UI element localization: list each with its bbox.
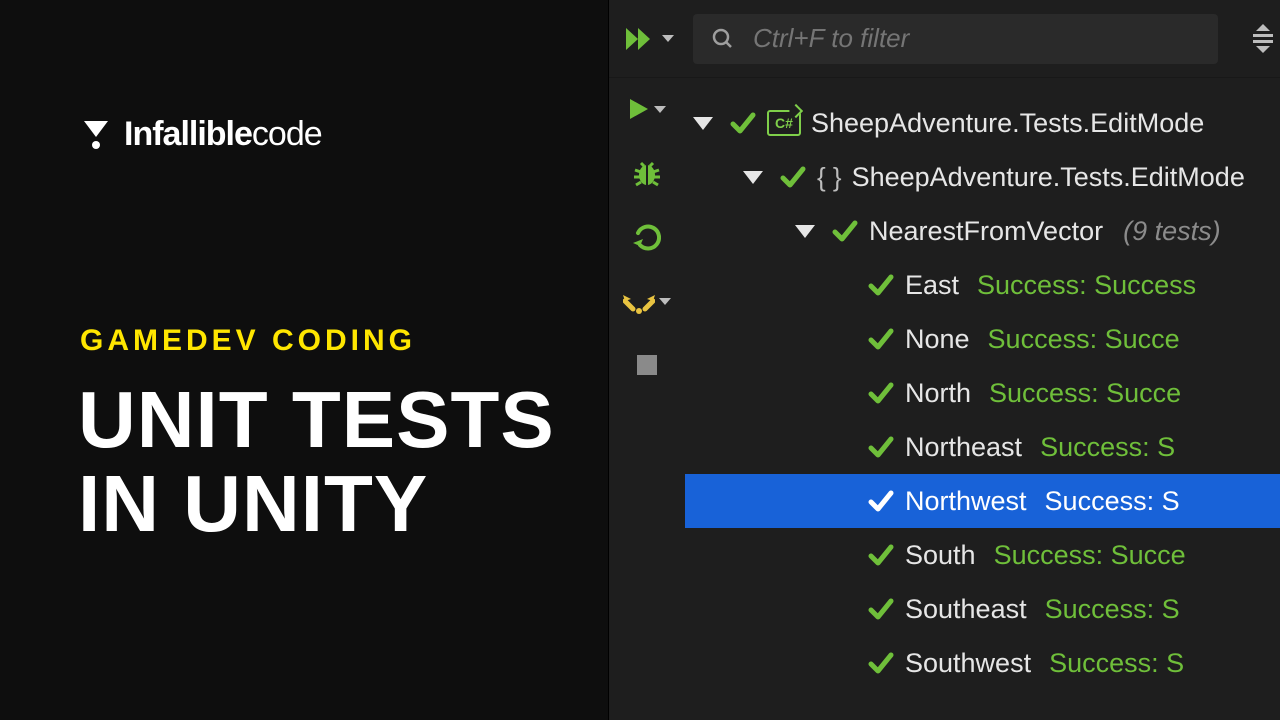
test-status: Success: S <box>1040 432 1175 463</box>
tree-node-test[interactable]: Northwest Success: S <box>685 474 1280 528</box>
options-icon[interactable] <box>1250 24 1276 53</box>
pass-icon <box>867 325 895 353</box>
expand-caret-icon[interactable] <box>795 225 815 238</box>
brand: Infalliblecode <box>80 115 322 154</box>
tree-node-test[interactable]: Southwest Success: S <box>685 636 1280 690</box>
test-name: Northeast <box>905 432 1022 463</box>
test-status: Success: S <box>1045 594 1180 625</box>
test-name: East <box>905 270 959 301</box>
test-count: (9 tests) <box>1123 216 1221 247</box>
pass-icon <box>729 109 757 137</box>
dropdown-caret-icon[interactable] <box>659 298 671 305</box>
test-status: Success: Succe <box>994 540 1186 571</box>
test-name: Northwest <box>905 486 1027 517</box>
search-input[interactable] <box>753 23 1200 54</box>
test-name: Southwest <box>905 648 1031 679</box>
tree-node-assembly[interactable]: C# SheepAdventure.Tests.EditMode <box>685 96 1280 150</box>
tree-label: SheepAdventure.Tests.EditMode <box>852 162 1245 193</box>
namespace-icon: { } <box>817 162 842 193</box>
run-button[interactable] <box>617 92 677 126</box>
tree-label: NearestFromVector <box>869 216 1103 247</box>
test-status: Success: Success <box>977 270 1196 301</box>
search-icon <box>711 27 735 51</box>
pass-icon <box>867 379 895 407</box>
pass-icon <box>867 487 895 515</box>
test-status: Success: Succe <box>989 378 1181 409</box>
tree-node-test[interactable]: Northeast Success: S <box>685 420 1280 474</box>
promo-subtitle: GAMEDEV CODING <box>80 324 416 358</box>
csharp-file-icon: C# <box>767 110 801 136</box>
test-tree[interactable]: C# SheepAdventure.Tests.EditMode { } She… <box>685 78 1280 720</box>
tree-node-namespace[interactable]: { } SheepAdventure.Tests.EditMode <box>685 150 1280 204</box>
pass-icon <box>867 649 895 677</box>
expand-caret-icon[interactable] <box>693 117 713 130</box>
brand-logo-icon <box>80 119 112 151</box>
test-status: Success: S <box>1049 648 1184 679</box>
action-bar <box>609 78 685 720</box>
tree-node-test[interactable]: None Success: Succe <box>685 312 1280 366</box>
expand-caret-icon[interactable] <box>743 171 763 184</box>
tree-node-test[interactable]: East Success: Success <box>685 258 1280 312</box>
pass-icon <box>867 271 895 299</box>
brand-name: Infalliblecode <box>124 115 322 154</box>
pass-icon <box>831 217 859 245</box>
pass-icon <box>867 433 895 461</box>
toolbar <box>609 0 1280 78</box>
repeat-button[interactable] <box>617 220 677 254</box>
debug-button[interactable] <box>617 156 677 190</box>
test-name: South <box>905 540 976 571</box>
tree-label: SheepAdventure.Tests.EditMode <box>811 108 1204 139</box>
run-all-button[interactable] <box>619 22 679 56</box>
test-explorer-panel: C# SheepAdventure.Tests.EditMode { } She… <box>608 0 1280 720</box>
coverage-button[interactable] <box>617 284 677 318</box>
stop-button[interactable] <box>617 348 677 382</box>
dropdown-caret-icon[interactable] <box>654 106 666 113</box>
promo-title: UNIT TESTS IN UNITY <box>78 378 555 546</box>
dropdown-caret-icon[interactable] <box>662 35 674 42</box>
search-box[interactable] <box>693 14 1218 64</box>
tree-node-test[interactable]: Southeast Success: S <box>685 582 1280 636</box>
test-status: Success: S <box>1045 486 1180 517</box>
tree-node-test[interactable]: North Success: Succe <box>685 366 1280 420</box>
tree-node-test[interactable]: South Success: Succe <box>685 528 1280 582</box>
pass-icon <box>779 163 807 191</box>
test-name: North <box>905 378 971 409</box>
test-name: Southeast <box>905 594 1027 625</box>
pass-icon <box>867 541 895 569</box>
pass-icon <box>867 595 895 623</box>
promo-panel: Infalliblecode GAMEDEV CODING UNIT TESTS… <box>0 0 608 720</box>
test-name: None <box>905 324 970 355</box>
tree-node-fixture[interactable]: NearestFromVector (9 tests) <box>685 204 1280 258</box>
test-status: Success: Succe <box>988 324 1180 355</box>
